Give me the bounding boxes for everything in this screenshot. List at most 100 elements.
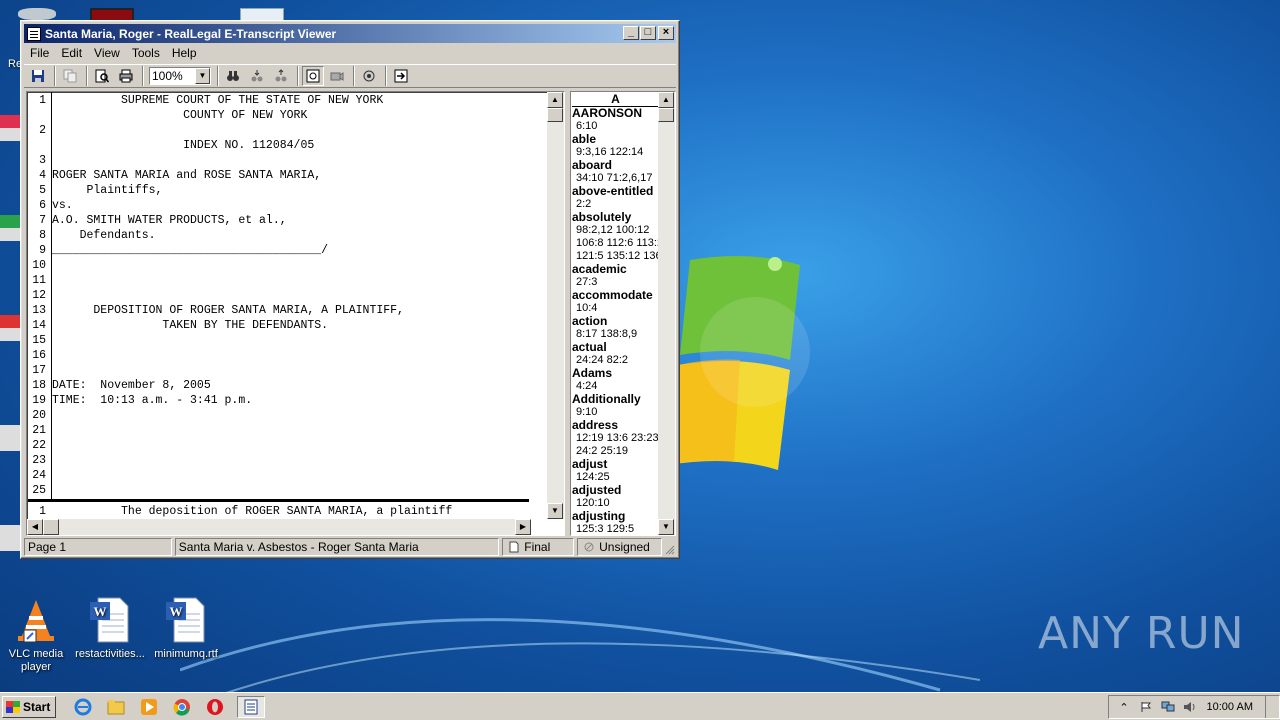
scroll-left-button[interactable]: ◀ bbox=[27, 519, 43, 535]
desktop-icon-restactivities[interactable]: W restactivities... bbox=[74, 596, 146, 661]
scroll-up-button[interactable]: ▲ bbox=[658, 92, 674, 108]
index-term[interactable]: academic bbox=[572, 263, 660, 276]
scroll-up-button[interactable]: ▲ bbox=[547, 92, 563, 108]
line-number: 2 bbox=[39, 124, 46, 137]
maximize-button[interactable]: □ bbox=[640, 26, 656, 40]
find-previous-button[interactable] bbox=[270, 66, 292, 86]
index-page-line-refs[interactable]: 125:3 129:5 bbox=[572, 523, 660, 535]
index-page-line-refs[interactable]: 124:25 bbox=[572, 471, 660, 484]
desktop-app-icon[interactable] bbox=[0, 215, 22, 241]
menu-view[interactable]: View bbox=[88, 46, 126, 60]
index-page-line-refs[interactable]: 121:5 135:12 136:7 bbox=[572, 250, 660, 263]
index-term[interactable]: above-entitled bbox=[572, 185, 660, 198]
clock[interactable]: 10:00 AM bbox=[1207, 701, 1253, 713]
action-center-flag-icon[interactable] bbox=[1139, 700, 1153, 714]
index-term[interactable]: able bbox=[572, 133, 660, 146]
index-page-line-refs[interactable]: 8:17 138:8,9 bbox=[572, 328, 660, 341]
index-term[interactable]: absolutely bbox=[572, 211, 660, 224]
index-term[interactable]: adjust bbox=[572, 458, 660, 471]
network-icon[interactable] bbox=[1161, 700, 1175, 714]
toolbar-separator bbox=[217, 66, 219, 86]
index-page-line-refs[interactable]: 98:2,12 100:12 bbox=[572, 224, 660, 237]
print-button[interactable] bbox=[115, 66, 137, 86]
scroll-right-button[interactable]: ▶ bbox=[515, 519, 531, 535]
jump-button[interactable] bbox=[390, 66, 412, 86]
index-term[interactable]: address bbox=[572, 419, 660, 432]
index-page-line-refs[interactable]: 6:10 bbox=[572, 120, 660, 133]
menu-edit[interactable]: Edit bbox=[55, 46, 88, 60]
index-page-line-refs[interactable]: 120:10 bbox=[572, 497, 660, 510]
camera-button[interactable] bbox=[326, 66, 348, 86]
index-term[interactable]: actual bbox=[572, 341, 660, 354]
desktop-app-icon[interactable] bbox=[0, 315, 22, 341]
chevron-down-icon[interactable]: ▼ bbox=[195, 68, 210, 84]
menu-tools[interactable]: Tools bbox=[126, 46, 166, 60]
recycle-bin-icon[interactable] bbox=[18, 8, 56, 20]
start-button[interactable]: Start bbox=[2, 695, 56, 718]
view-toggle-button[interactable] bbox=[302, 66, 324, 86]
index-page-line-refs[interactable]: 24:24 82:2 bbox=[572, 354, 660, 367]
vertical-scrollbar[interactable]: ▲ ▼ bbox=[547, 92, 564, 519]
index-scrollbar[interactable]: ▲ ▼ bbox=[658, 92, 675, 535]
settings-button[interactable] bbox=[358, 66, 380, 86]
chrome-icon[interactable] bbox=[171, 696, 193, 718]
show-desktop-button[interactable] bbox=[1265, 696, 1279, 718]
resize-grip[interactable] bbox=[662, 538, 676, 556]
index-term[interactable]: aboard bbox=[572, 159, 660, 172]
scroll-down-button[interactable]: ▼ bbox=[547, 503, 563, 519]
index-page-line-refs[interactable]: 9:10 bbox=[572, 406, 660, 419]
transcript-viewer-window[interactable]: Santa Maria, Roger - RealLegal E-Transcr… bbox=[20, 20, 680, 559]
volume-icon[interactable] bbox=[1183, 700, 1197, 714]
show-hidden-icons-icon[interactable]: ⌃ bbox=[1117, 700, 1131, 714]
desktop-icon-vlc[interactable]: VLC media player bbox=[0, 596, 72, 674]
save-button[interactable] bbox=[27, 66, 49, 86]
explorer-icon[interactable] bbox=[105, 696, 127, 718]
index-page-line-refs[interactable]: 34:10 71:2,6,17 bbox=[572, 172, 660, 185]
desktop-icon-minimumq[interactable]: W minimumq.rtf bbox=[150, 596, 222, 661]
index-page-line-refs[interactable]: 2:2 bbox=[572, 198, 660, 211]
transcript-line: 3 bbox=[28, 153, 531, 168]
media-player-icon[interactable] bbox=[138, 696, 160, 718]
index-term[interactable]: adjusting bbox=[572, 510, 660, 523]
ie-icon[interactable] bbox=[72, 696, 94, 718]
index-page-line-refs[interactable]: 12:19 13:6 23:23 bbox=[572, 432, 660, 445]
title-bar[interactable]: Santa Maria, Roger - RealLegal E-Transcr… bbox=[24, 24, 676, 43]
taskbar-button-reallegal[interactable] bbox=[237, 695, 265, 718]
horizontal-scrollbar[interactable]: ◀ ▶ bbox=[27, 519, 531, 535]
word-index-pane[interactable]: A AARONSON 6:10 able 9:3,16 122:14 aboard 34:… bbox=[570, 91, 676, 536]
index-page-line-refs[interactable]: 4:24 bbox=[572, 380, 660, 393]
index-page-line-refs[interactable]: 10:4 bbox=[572, 302, 660, 315]
find-next-button[interactable] bbox=[246, 66, 268, 86]
scroll-down-button[interactable]: ▼ bbox=[658, 519, 674, 535]
desktop-app-icon[interactable] bbox=[0, 525, 22, 551]
menu-help[interactable]: Help bbox=[166, 46, 203, 60]
index-page-line-refs[interactable]: 27:3 bbox=[572, 276, 660, 289]
scroll-thumb[interactable] bbox=[547, 108, 563, 122]
find-button[interactable] bbox=[222, 66, 244, 86]
scroll-thumb[interactable] bbox=[658, 108, 674, 122]
close-button[interactable]: × bbox=[658, 26, 674, 40]
index-term[interactable]: Additionally bbox=[572, 393, 660, 406]
index-term[interactable]: accommodate bbox=[572, 289, 660, 302]
desktop-app-icon[interactable] bbox=[0, 115, 22, 141]
minimize-button[interactable]: _ bbox=[623, 26, 639, 40]
print-preview-button[interactable] bbox=[91, 66, 113, 86]
index-term[interactable]: AARONSON bbox=[572, 107, 660, 120]
opera-icon[interactable] bbox=[204, 696, 226, 718]
zoom-select[interactable]: 100% ▼ bbox=[149, 67, 211, 85]
copy-button[interactable] bbox=[59, 66, 81, 86]
index-page-line-refs[interactable]: 9:3,16 122:14 bbox=[572, 146, 660, 159]
transcript-pane[interactable]: 1 SUPREME COURT OF THE STATE OF NEW YORK… bbox=[26, 91, 565, 536]
index-page-line-refs[interactable]: 24:2 25:19 bbox=[572, 445, 660, 458]
index-term[interactable]: adjusted bbox=[572, 484, 660, 497]
line-number: 22 bbox=[32, 439, 46, 452]
desktop-app-icon[interactable] bbox=[0, 425, 22, 451]
index-term[interactable]: Adams bbox=[572, 367, 660, 380]
scroll-thumb[interactable] bbox=[43, 519, 59, 535]
menu-file[interactable]: File bbox=[24, 46, 55, 60]
index-page-line-refs[interactable]: 106:8 112:6 113:24 bbox=[572, 237, 660, 250]
index-term[interactable]: action bbox=[572, 315, 660, 328]
camera-icon bbox=[330, 72, 344, 81]
app-icon[interactable] bbox=[27, 26, 41, 41]
find-previous-icon bbox=[275, 69, 287, 82]
